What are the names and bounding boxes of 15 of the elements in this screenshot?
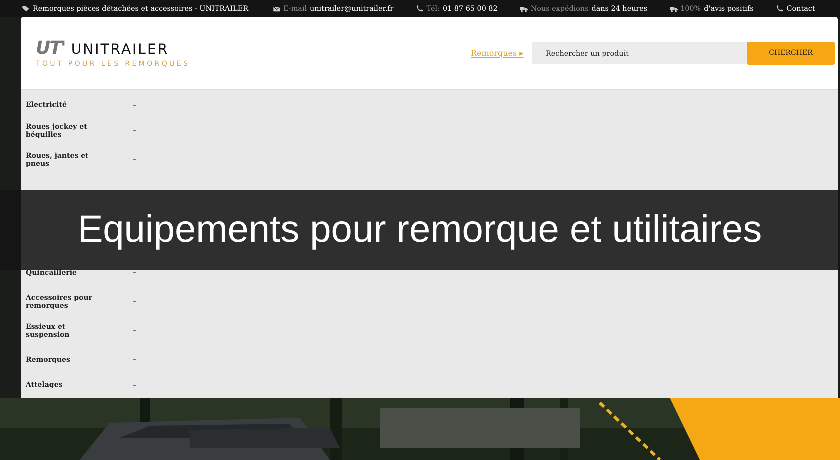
truck-icon (670, 4, 678, 12)
caret-icon (133, 330, 136, 331)
phone-icon (776, 4, 784, 12)
caret-icon (133, 159, 136, 160)
caret-icon (133, 272, 136, 273)
tag-icon (22, 4, 30, 12)
banner-title: Equipements pour remorque et utilitaires (0, 190, 840, 270)
caret-icon (133, 301, 136, 302)
envelope-icon (272, 4, 281, 12)
phone-icon (416, 4, 424, 12)
logo-name: UNITRAILER (71, 42, 170, 58)
logo-mark: UT' (36, 38, 66, 59)
truck-icon (520, 4, 528, 12)
caret-icon (133, 359, 136, 360)
caret-icon (133, 130, 136, 131)
